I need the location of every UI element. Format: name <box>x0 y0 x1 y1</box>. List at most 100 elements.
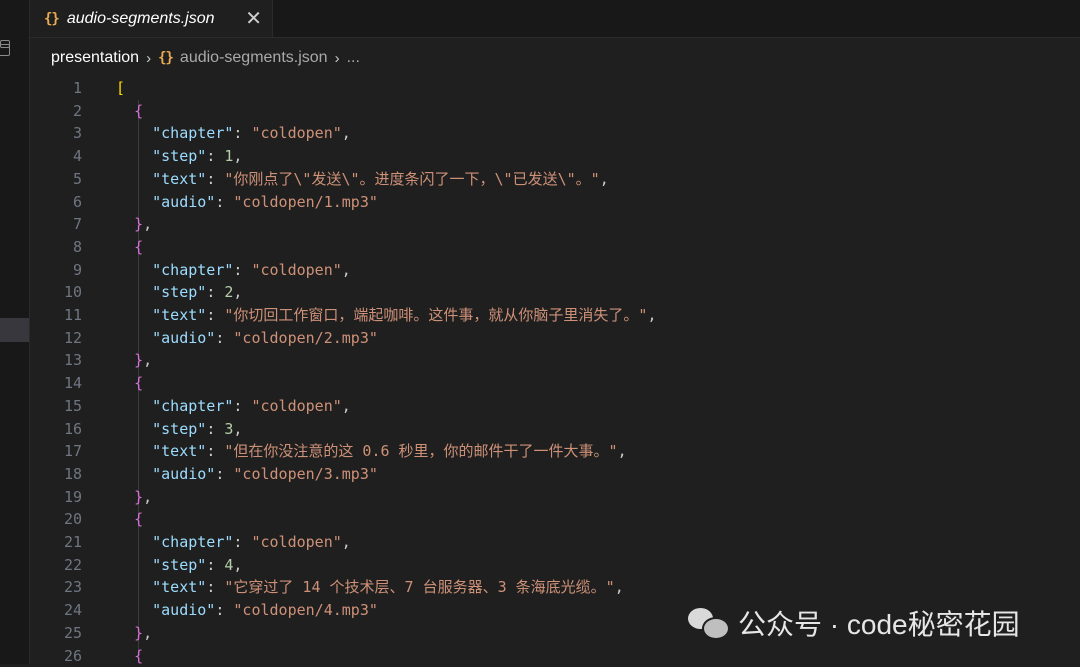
code-line[interactable]: 10 "step": 2, <box>30 281 1080 304</box>
token-p: , <box>143 624 152 642</box>
json-braces-icon: {} <box>44 11 59 27</box>
code-text: "audio": "coldopen/4.mp3" <box>116 599 378 622</box>
token-p: : <box>206 578 224 596</box>
close-icon[interactable]: ✕ <box>245 6 262 31</box>
token-p: : <box>206 283 224 301</box>
code-line[interactable]: 15 "chapter": "coldopen", <box>30 395 1080 418</box>
token-key: "step" <box>152 420 206 438</box>
token-b2: { <box>134 102 143 120</box>
token-b2: { <box>134 510 143 528</box>
token-p <box>116 488 134 506</box>
code-line[interactable]: 13 }, <box>30 349 1080 372</box>
token-p <box>116 193 152 211</box>
token-p <box>116 601 152 619</box>
token-key: "chapter" <box>152 397 233 415</box>
breadcrumb-item-file[interactable]: audio-segments.json <box>180 49 328 67</box>
token-p: , <box>233 556 242 574</box>
token-p: : <box>233 124 251 142</box>
code-line[interactable]: 2 { <box>30 100 1080 123</box>
code-line[interactable]: 3 "chapter": "coldopen", <box>30 122 1080 145</box>
code-line[interactable]: 4 "step": 1, <box>30 145 1080 168</box>
code-text: { <box>116 236 143 259</box>
token-p <box>116 465 152 483</box>
code-text: { <box>116 372 143 395</box>
token-p: : <box>206 170 224 188</box>
token-p: , <box>233 420 242 438</box>
code-text: { <box>116 508 143 531</box>
code-line[interactable]: 7 }, <box>30 213 1080 236</box>
line-number: 2 <box>30 100 82 123</box>
token-p: : <box>215 465 233 483</box>
active-item-highlight[interactable] <box>0 318 29 342</box>
token-key: "audio" <box>152 465 215 483</box>
line-number: 4 <box>30 145 82 168</box>
token-str: "它穿过了 14 个技术层、7 台服务器、3 条海底光缆。" <box>224 578 614 596</box>
line-number: 18 <box>30 463 82 486</box>
line-number: 5 <box>30 168 82 191</box>
code-text: }, <box>116 349 152 372</box>
code-line[interactable]: 12 "audio": "coldopen/2.mp3" <box>30 327 1080 350</box>
json-braces-icon: {} <box>158 50 173 66</box>
token-p: , <box>233 147 242 165</box>
code-line[interactable]: 14 { <box>30 372 1080 395</box>
code-line[interactable]: 6 "audio": "coldopen/1.mp3" <box>30 191 1080 214</box>
breadcrumb-item-more[interactable]: ... <box>347 49 360 67</box>
code-line[interactable]: 1[ <box>30 77 1080 100</box>
token-key: "audio" <box>152 601 215 619</box>
token-p: , <box>233 283 242 301</box>
code-line[interactable]: 17 "text": "但在你没注意的这 0.6 秒里，你的邮件干了一件大事。"… <box>30 440 1080 463</box>
token-key: "audio" <box>152 329 215 347</box>
chevron-right-icon: › <box>335 50 340 67</box>
token-str: "coldopen/2.mp3" <box>233 329 378 347</box>
code-line[interactable]: 22 "step": 4, <box>30 554 1080 577</box>
line-number: 19 <box>30 486 82 509</box>
line-number: 20 <box>30 508 82 531</box>
code-line[interactable]: 19 }, <box>30 486 1080 509</box>
token-p: , <box>342 124 351 142</box>
code-line[interactable]: 23 "text": "它穿过了 14 个技术层、7 台服务器、3 条海底光缆。… <box>30 576 1080 599</box>
line-number: 12 <box>30 327 82 350</box>
line-number: 16 <box>30 418 82 441</box>
token-key: "step" <box>152 556 206 574</box>
code-line[interactable]: 16 "step": 3, <box>30 418 1080 441</box>
code-line[interactable]: 20 { <box>30 508 1080 531</box>
watermark-text: 公众号 · code秘密花园 <box>738 603 1020 643</box>
code-line[interactable]: 5 "text": "你刚点了\"发送\"。进度条闪了一下，\"已发送\"。", <box>30 168 1080 191</box>
code-line[interactable]: 8 { <box>30 236 1080 259</box>
code-line[interactable]: 18 "audio": "coldopen/3.mp3" <box>30 463 1080 486</box>
code-text: "step": 3, <box>116 418 242 441</box>
code-text: "step": 4, <box>116 554 242 577</box>
token-p: : <box>215 193 233 211</box>
code-line[interactable]: 9 "chapter": "coldopen", <box>30 259 1080 282</box>
token-p <box>116 374 134 392</box>
code-line[interactable]: 21 "chapter": "coldopen", <box>30 531 1080 554</box>
token-p: , <box>143 488 152 506</box>
line-number: 21 <box>30 531 82 554</box>
token-b2: { <box>134 647 143 665</box>
token-p: : <box>215 329 233 347</box>
token-p: , <box>342 533 351 551</box>
token-p: , <box>618 442 627 460</box>
token-p: , <box>615 578 624 596</box>
token-str: "coldopen/4.mp3" <box>233 601 378 619</box>
token-p: : <box>215 601 233 619</box>
token-p <box>116 147 152 165</box>
breadcrumb-item-presentation[interactable]: presentation <box>51 49 139 67</box>
tab-bar: {} audio-segments.json ✕ <box>30 0 1080 38</box>
code-text: "chapter": "coldopen", <box>116 259 351 282</box>
token-p <box>116 283 152 301</box>
tab-audio-segments-json[interactable]: {} audio-segments.json ✕ <box>30 0 273 37</box>
token-key: "chapter" <box>152 533 233 551</box>
code-text: "step": 2, <box>116 281 242 304</box>
token-str: "你刚点了\"发送\"。进度条闪了一下，\"已发送\"。" <box>224 170 599 188</box>
code-text: { <box>116 100 143 123</box>
token-key: "step" <box>152 147 206 165</box>
token-key: "text" <box>152 442 206 460</box>
token-p <box>116 624 134 642</box>
line-number: 3 <box>30 122 82 145</box>
token-p: : <box>206 556 224 574</box>
watermark: 公众号 · code秘密花园 <box>688 604 1020 642</box>
window-icon[interactable] <box>0 44 10 56</box>
code-line[interactable]: 11 "text": "你切回工作窗口，端起咖啡。这件事，就从你脑子里消失了。"… <box>30 304 1080 327</box>
code-editor[interactable]: 1[2 {3 "chapter": "coldopen",4 "step": 1… <box>30 77 1080 664</box>
